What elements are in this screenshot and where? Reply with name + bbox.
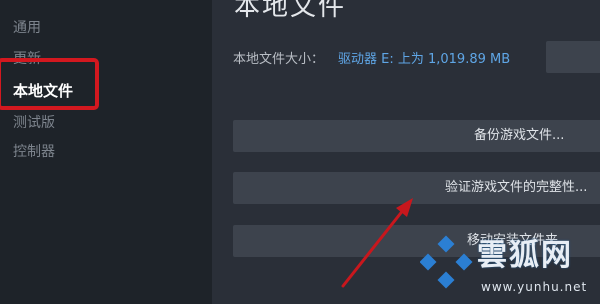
watermark-url: www.yunhu.net xyxy=(481,280,588,294)
watermark-text: 雲狐网 xyxy=(477,238,573,273)
